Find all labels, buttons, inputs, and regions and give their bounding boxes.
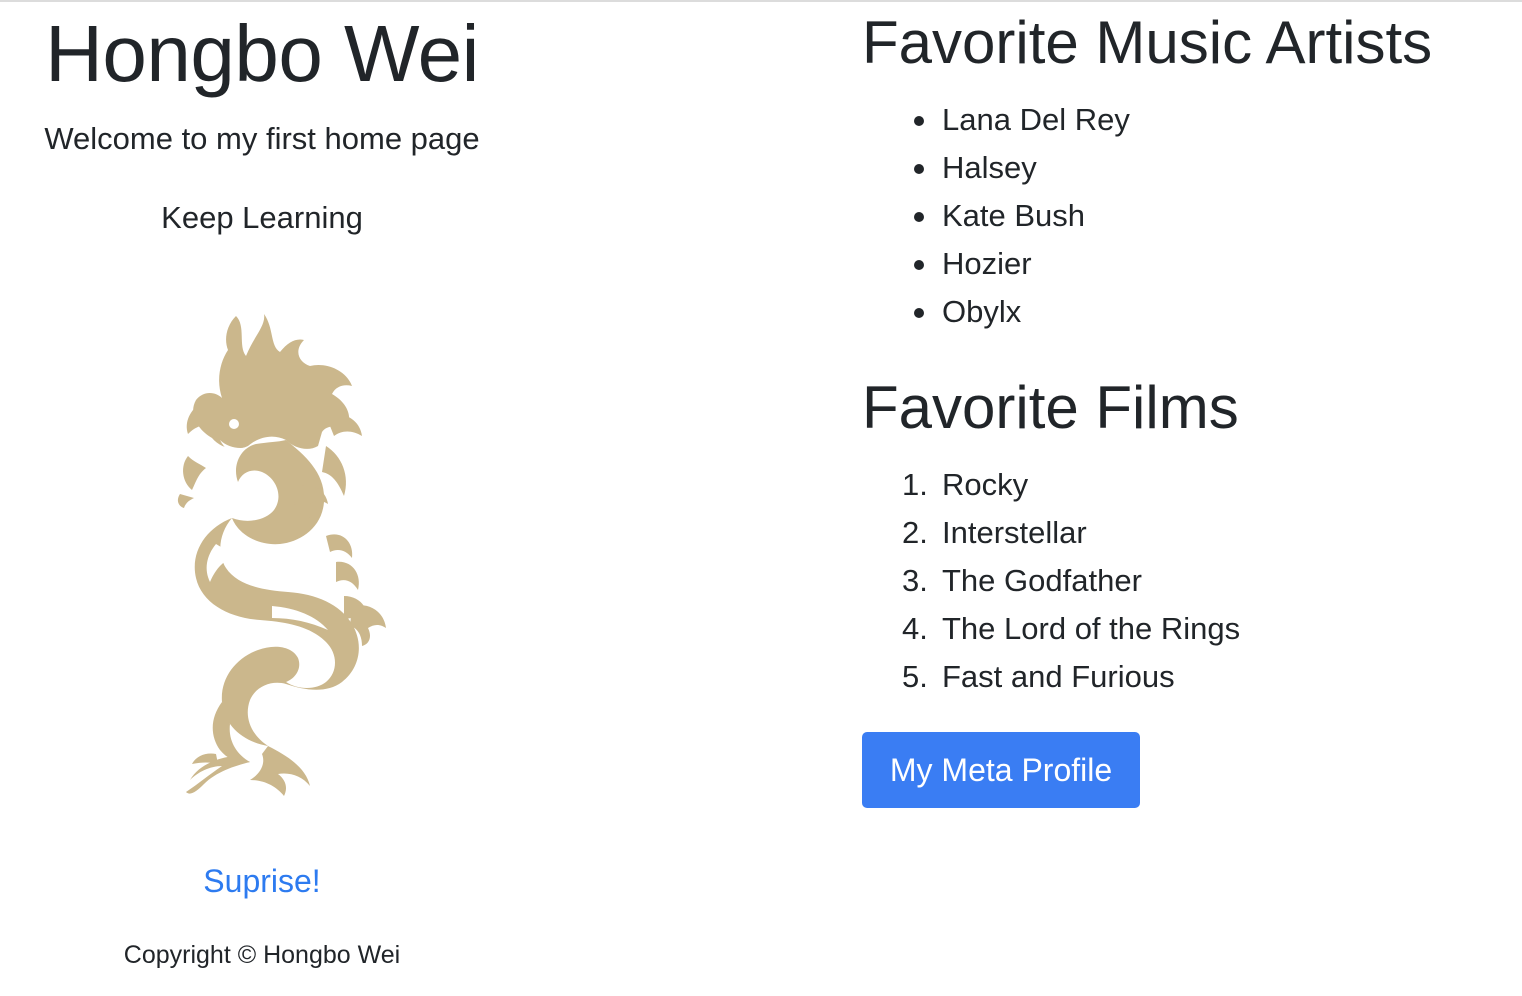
list-number: 5. (902, 659, 928, 694)
list-number: 1. (902, 467, 928, 502)
film-title: The Godfather (942, 563, 1142, 598)
welcome-text: Welcome to my first home page (44, 121, 480, 156)
bullet-icon (914, 116, 924, 126)
page-title: Hongbo Wei (45, 9, 479, 98)
list-item: Obylx (862, 288, 1130, 336)
artist-name: Hozier (942, 246, 1032, 281)
music-heading: Favorite Music Artists (862, 9, 1433, 76)
list-number: 2. (902, 515, 928, 550)
list-item: 5. Fast and Furious (862, 653, 1240, 701)
film-title: Interstellar (942, 515, 1087, 550)
list-item: Kate Bush (862, 192, 1130, 240)
profile-column: Hongbo Wei Welcome to my first home page… (0, 0, 524, 996)
artist-name: Lana Del Rey (942, 102, 1130, 137)
artist-name: Obylx (942, 294, 1022, 329)
meta-profile-button[interactable]: My Meta Profile (862, 732, 1140, 808)
favorites-column: Favorite Music Artists Lana Del Rey Hals… (862, 0, 1502, 996)
list-item: Lana Del Rey (862, 96, 1130, 144)
list-item: 4. The Lord of the Rings (862, 605, 1240, 653)
list-item: 3. The Godfather (862, 557, 1240, 605)
list-item: Hozier (862, 240, 1130, 288)
films-heading: Favorite Films (862, 374, 1239, 441)
bullet-icon (914, 164, 924, 174)
artist-name: Kate Bush (942, 198, 1086, 233)
film-title: The Lord of the Rings (942, 611, 1241, 646)
list-item: Halsey (862, 144, 1130, 192)
motto-text: Keep Learning (161, 200, 363, 235)
list-item: 1. Rocky (862, 461, 1240, 509)
dragon-icon (177, 314, 386, 796)
copyright-text: Copyright © Hongbo Wei (123, 941, 401, 969)
film-title: Rocky (942, 467, 1029, 502)
films-list: 1. Rocky 2. Interstellar 3. The Godfather 4… (862, 461, 1240, 701)
music-artist-list: Lana Del Rey Halsey Kate Bush Hozier Oby… (862, 96, 1130, 336)
list-item: 2. Interstellar (862, 509, 1240, 557)
bullet-icon (914, 260, 924, 270)
bullet-icon (914, 212, 924, 222)
surprise-link[interactable]: Suprise! (0, 862, 524, 900)
list-number: 4. (902, 611, 928, 646)
artist-name: Halsey (942, 150, 1037, 185)
list-number: 3. (902, 563, 928, 598)
bullet-icon (914, 308, 924, 318)
film-title: Fast and Furious (942, 659, 1175, 694)
